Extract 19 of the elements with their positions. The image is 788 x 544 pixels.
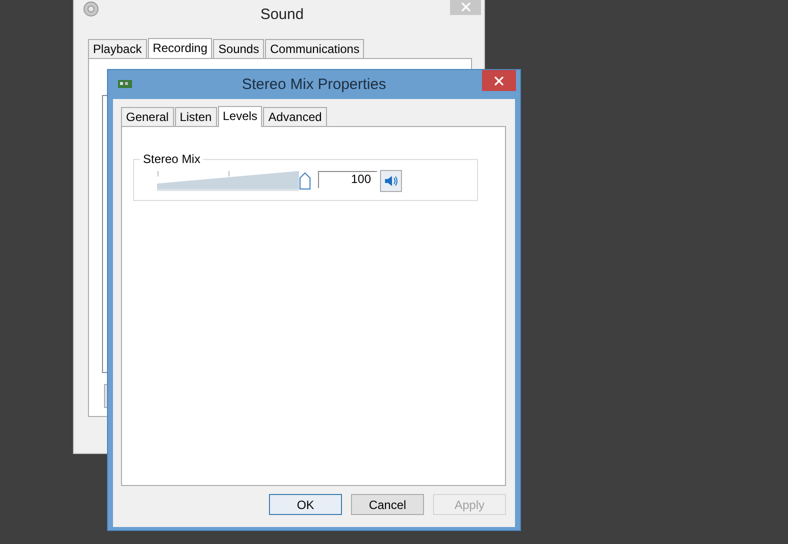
tab[interactable]: Recording (148, 38, 212, 59)
tab[interactable]: Sounds (213, 39, 264, 58)
speaker-button[interactable] (380, 170, 402, 192)
tab[interactable]: Listen (174, 107, 217, 126)
close-button[interactable] (482, 70, 516, 91)
sound-card-icon (118, 79, 132, 89)
dialog-button[interactable]: OK (269, 494, 342, 515)
group-label: Stereo Mix (140, 152, 204, 166)
tab[interactable]: General (121, 107, 174, 126)
tab[interactable]: Levels (218, 106, 262, 127)
close-icon (494, 76, 504, 86)
tab[interactable]: Advanced (263, 107, 327, 126)
dialog-title: Stereo Mix Properties (240, 76, 388, 93)
close-icon (460, 2, 470, 12)
window-title: Sound (259, 6, 305, 23)
tab[interactable]: Playback (88, 39, 147, 58)
level-field[interactable]: 100 (318, 171, 377, 188)
dialog-button[interactable]: Cancel (351, 494, 424, 515)
tab[interactable]: Communications (265, 39, 364, 58)
